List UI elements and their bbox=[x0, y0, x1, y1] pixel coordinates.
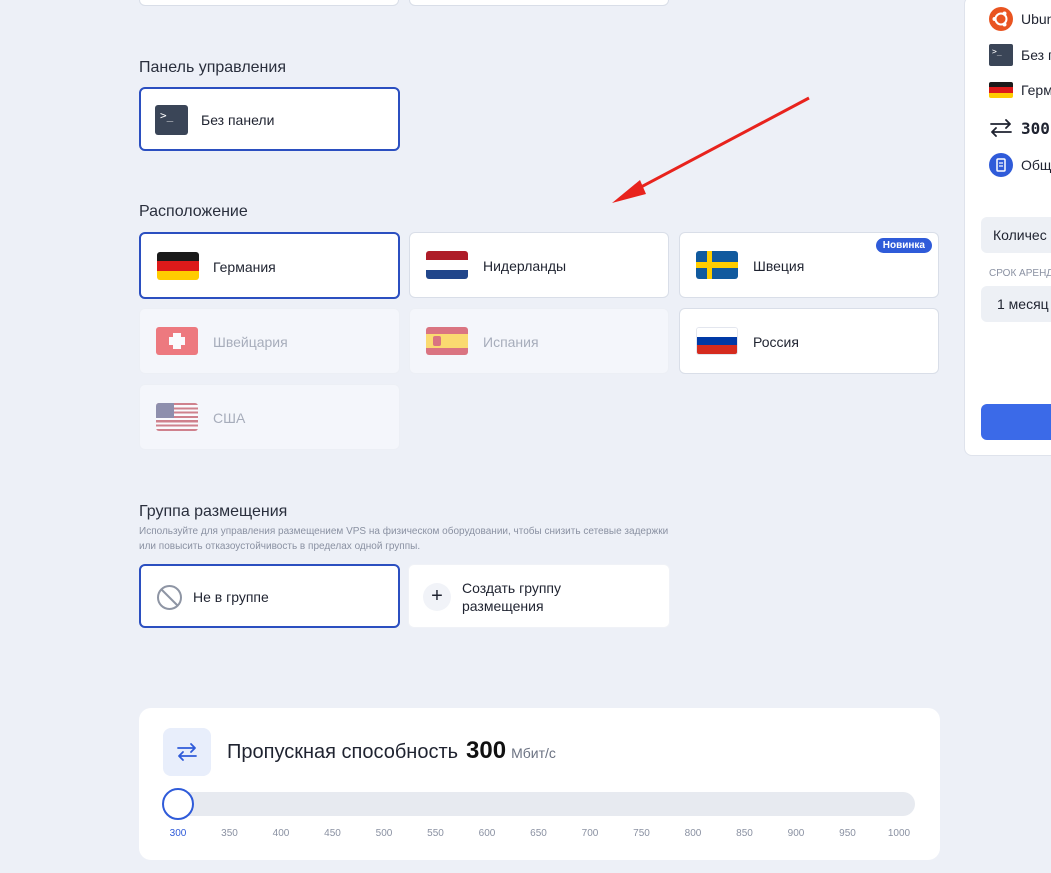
summary-location-label: Герм bbox=[1021, 82, 1051, 98]
slider-tick-label: 450 bbox=[324, 828, 341, 839]
slider-tick-label: 350 bbox=[221, 828, 238, 839]
panel-section-title: Панель управления bbox=[139, 59, 286, 76]
placement-description-line1: Используйте для управления размещением V… bbox=[139, 526, 669, 537]
location-netherlands[interactable]: Нидерланды bbox=[409, 232, 669, 298]
summary-bandwidth-value: 300 bbox=[1021, 118, 1050, 138]
bandwidth-label: Пропускная способность bbox=[227, 741, 459, 763]
slider-tick-label: 500 bbox=[375, 828, 393, 839]
germany-flag-icon bbox=[989, 82, 1013, 98]
term-value: 1 месяц bbox=[997, 296, 1049, 312]
slider-tick-label: 700 bbox=[581, 828, 599, 839]
order-button[interactable] bbox=[981, 404, 1051, 440]
order-summary-panel: Ubun >_ Без п Герм 300 Общ Количес СРОК … bbox=[964, 0, 1051, 456]
term-select[interactable]: 1 месяц bbox=[981, 286, 1051, 322]
create-group-button[interactable]: + Создать группу размещения bbox=[408, 564, 670, 628]
annotation-arrow bbox=[612, 96, 810, 203]
location-label: Германия bbox=[213, 259, 276, 275]
create-group-label-line1: Создать группу bbox=[462, 580, 561, 596]
bandwidth-value: 300 bbox=[466, 737, 507, 764]
terminal-icon: >_ bbox=[155, 105, 188, 135]
slider-tick-label: 300 bbox=[169, 828, 187, 839]
sweden-flag-icon bbox=[696, 251, 738, 279]
location-label: США bbox=[213, 410, 246, 426]
bandwidth-heading: Пропускная способность 300 Мбит/с bbox=[227, 737, 556, 765]
bandwidth-icon-box bbox=[163, 728, 211, 776]
storage-icon bbox=[989, 153, 1013, 177]
slider-tick-label: 800 bbox=[684, 828, 702, 839]
slider-tick-label: 550 bbox=[427, 828, 444, 839]
netherlands-flag-icon bbox=[426, 251, 468, 279]
bandwidth-unit: Мбит/с bbox=[511, 745, 556, 761]
create-group-label: Создать группу размещения bbox=[462, 579, 561, 615]
summary-bandwidth: 300 bbox=[989, 117, 1050, 139]
spain-flag-icon bbox=[426, 327, 468, 355]
summary-os: Ubun bbox=[989, 7, 1051, 31]
swap-arrows-icon bbox=[990, 119, 1012, 137]
no-entry-icon bbox=[157, 585, 182, 610]
location-label: Швейцария bbox=[213, 334, 288, 350]
slider-tick-label: 650 bbox=[530, 828, 547, 839]
russia-flag-icon bbox=[696, 327, 738, 355]
bandwidth-slider-handle[interactable] bbox=[162, 788, 194, 820]
summary-os-label: Ubun bbox=[1021, 11, 1051, 27]
location-russia[interactable]: Россия bbox=[679, 308, 939, 374]
summary-storage: Общ bbox=[989, 153, 1051, 177]
create-group-label-line2: размещения bbox=[462, 598, 544, 614]
location-switzerland[interactable]: Швейцария bbox=[139, 308, 400, 374]
slider-tick-label: 750 bbox=[633, 828, 650, 839]
slider-tick-label: 1000 bbox=[887, 828, 911, 839]
ubuntu-icon bbox=[989, 7, 1013, 31]
quantity-field[interactable]: Количес bbox=[981, 217, 1051, 253]
placement-description: Используйте для управления размещением V… bbox=[139, 524, 668, 554]
plus-icon: + bbox=[423, 583, 451, 611]
location-label: Нидерланды bbox=[483, 258, 567, 274]
no-group-label: Не в группе bbox=[193, 589, 269, 605]
no-group-option[interactable]: Не в группе bbox=[139, 564, 400, 628]
quantity-label: Количес bbox=[993, 227, 1047, 243]
panel-option-none[interactable]: >_ Без панели bbox=[139, 87, 400, 151]
location-spain[interactable]: Испания bbox=[409, 308, 669, 374]
summary-panel-label: Без п bbox=[1021, 47, 1051, 63]
top-card-left[interactable] bbox=[139, 0, 399, 6]
switzerland-flag-icon bbox=[156, 327, 198, 355]
placement-section-title: Группа размещения bbox=[139, 503, 288, 520]
new-badge: Новинка bbox=[875, 238, 932, 253]
top-card-right[interactable] bbox=[409, 0, 669, 6]
usa-flag-icon bbox=[156, 403, 198, 431]
slider-tick-label: 850 bbox=[736, 828, 753, 839]
location-usa[interactable]: США bbox=[139, 384, 400, 450]
slider-tick-label: 600 bbox=[478, 828, 496, 839]
summary-panel: >_ Без п bbox=[989, 44, 1051, 66]
bandwidth-slider-track[interactable] bbox=[163, 792, 915, 816]
slider-tick-label: 400 bbox=[272, 828, 290, 839]
slider-tick-label: 950 bbox=[839, 828, 856, 839]
location-label: Испания bbox=[483, 334, 539, 350]
term-label: СРОК АРЕНД bbox=[989, 268, 1051, 279]
bandwidth-slider-ticks: 300 350 400 450 500 550 600 650 700 750 800 850 900 9… bbox=[139, 828, 940, 844]
germany-flag-icon bbox=[157, 252, 199, 280]
location-sweden[interactable]: Швеция Новинка bbox=[679, 232, 939, 298]
location-label: Швеция bbox=[753, 258, 805, 274]
slider-tick-label: 900 bbox=[787, 828, 805, 839]
summary-storage-label: Общ bbox=[1021, 157, 1051, 173]
location-section-title: Расположение bbox=[139, 203, 248, 220]
bandwidth-panel: Пропускная способность 300 Мбит/с 300 350… bbox=[139, 708, 940, 860]
location-germany[interactable]: Германия bbox=[139, 232, 400, 299]
location-label: Россия bbox=[753, 334, 799, 350]
placement-description-line2: или повысить отказоустойчивость в предел… bbox=[139, 541, 421, 552]
panel-option-label: Без панели bbox=[201, 112, 275, 128]
summary-location: Герм bbox=[989, 82, 1051, 98]
swap-arrows-icon bbox=[177, 743, 197, 761]
terminal-icon: >_ bbox=[989, 44, 1013, 66]
